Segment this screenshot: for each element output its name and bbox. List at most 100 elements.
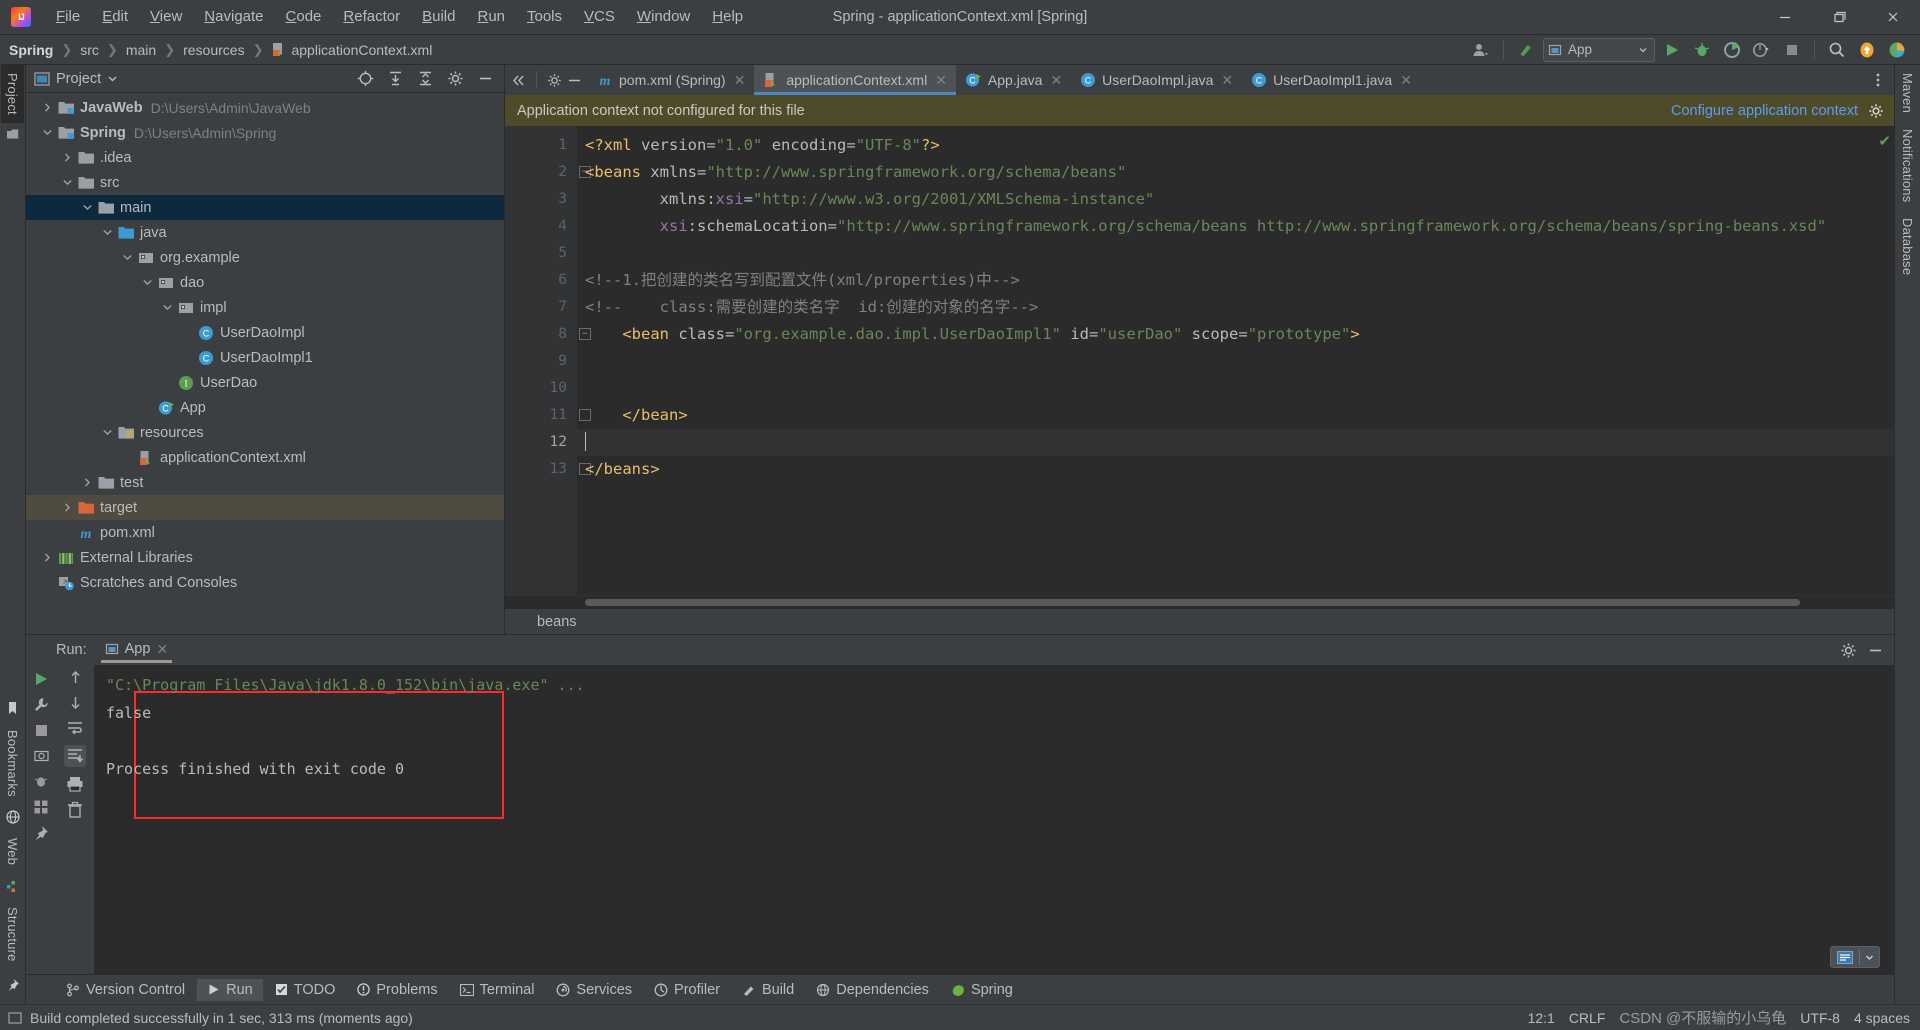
bookmarks-mini-icon[interactable] xyxy=(6,695,19,722)
gear-icon[interactable] xyxy=(442,67,468,91)
menu-item-help[interactable]: Help xyxy=(701,4,754,30)
bottom-tab-version-control[interactable]: Version Control xyxy=(56,979,195,1001)
tree-expand-arrow[interactable] xyxy=(58,502,76,513)
tree-expand-arrow[interactable] xyxy=(78,202,96,213)
tool-tab-web[interactable]: Web xyxy=(1,830,24,873)
pin-icon[interactable] xyxy=(6,970,20,1004)
grid-icon[interactable] xyxy=(33,799,49,815)
menu-item-build[interactable]: Build xyxy=(411,4,466,30)
maximize-button[interactable] xyxy=(1812,0,1866,35)
menu-item-code[interactable]: Code xyxy=(275,4,333,30)
bottom-tab-profiler[interactable]: Profiler xyxy=(644,979,730,1001)
gear-icon[interactable] xyxy=(547,73,562,88)
tool-tab-structure[interactable]: Structure xyxy=(1,899,24,970)
scroll-to-end-toggle[interactable] xyxy=(64,745,86,767)
hide-panel-icon[interactable] xyxy=(1867,642,1884,659)
close-icon[interactable]: ✕ xyxy=(734,72,746,89)
editor-tab-userdaoimpl-java[interactable]: C UserDaoImpl.java ✕ xyxy=(1071,65,1242,95)
tree-node-impl[interactable]: impl xyxy=(26,295,504,320)
camera-icon[interactable] xyxy=(33,748,49,763)
bottom-tool-window-bar[interactable]: Version Control Run TODO Problems Terminal Se… xyxy=(26,974,1894,1004)
breadcrumb-item-3[interactable]: resources xyxy=(183,42,244,58)
structure-mini-icon[interactable] xyxy=(6,123,20,145)
tree-node-dao[interactable]: dao xyxy=(26,270,504,295)
tree-expand-arrow[interactable] xyxy=(38,127,56,138)
code-editor[interactable]: 1 2 3 4 5 6 7 8 9 10 11 12 13− − <?xml version="1.0" … xyxy=(505,126,1894,595)
tree-node-javaweb[interactable]: JavaWeb D:\Users\Admin\JavaWeb xyxy=(26,95,504,120)
tree-node-scratches-and-consoles[interactable]: >_Scratches and Consoles xyxy=(26,570,504,595)
breadcrumb[interactable]: Spring ❯ src ❯ main ❯ resources ❯ applicationCon… xyxy=(9,42,432,58)
search-icon[interactable] xyxy=(1824,38,1850,62)
configure-app-context-link[interactable]: Configure application context xyxy=(1671,103,1858,119)
menu-item-edit[interactable]: Edit xyxy=(91,4,139,30)
tree-node-java[interactable]: java xyxy=(26,220,504,245)
run-tab-app[interactable]: App ✕ xyxy=(97,638,177,663)
bottom-tab-build[interactable]: Build xyxy=(732,979,804,1001)
close-icon[interactable]: ✕ xyxy=(935,72,947,89)
web-mini-icon[interactable] xyxy=(5,804,20,830)
bottom-tab-terminal[interactable]: Terminal xyxy=(450,979,545,1001)
menu-item-view[interactable]: View xyxy=(139,4,193,30)
tree-expand-arrow[interactable] xyxy=(98,427,116,438)
profiler-button[interactable] xyxy=(1749,38,1775,62)
tree-expand-arrow[interactable] xyxy=(118,252,136,263)
settings-wrench-icon[interactable] xyxy=(33,697,49,713)
select-opened-file-icon[interactable] xyxy=(352,67,378,91)
stop-icon[interactable] xyxy=(34,723,49,738)
breadcrumb-item-0[interactable]: Spring xyxy=(9,42,53,58)
close-button[interactable] xyxy=(1866,0,1920,35)
menu-item-run[interactable]: Run xyxy=(466,4,516,30)
reader-mode-icon[interactable] xyxy=(1831,950,1859,964)
print-icon[interactable] xyxy=(66,775,84,793)
editor-tabs[interactable]: m pom.xml (Spring) ✕ applicationContext.xml… xyxy=(588,65,1421,95)
tree-node-main[interactable]: main xyxy=(26,195,504,220)
hide-editor-icon[interactable] xyxy=(567,73,582,88)
menu-item-file[interactable]: File xyxy=(45,4,91,30)
expand-all-icon[interactable] xyxy=(382,67,408,91)
pin-icon[interactable] xyxy=(33,825,49,841)
editor-tab-userdaoimpl1-java[interactable]: C UserDaoImpl1.java ✕ xyxy=(1242,65,1421,95)
tree-expand-arrow[interactable] xyxy=(58,177,76,188)
run-button[interactable] xyxy=(1659,38,1685,62)
rerun-icon[interactable] xyxy=(33,671,49,687)
hide-panel-icon[interactable] xyxy=(472,67,498,91)
run-with-coverage-button[interactable] xyxy=(1719,38,1745,62)
tree-node-spring[interactable]: Spring D:\Users\Admin\Spring xyxy=(26,120,504,145)
gear-icon[interactable] xyxy=(1868,103,1884,119)
tree-node-test[interactable]: test xyxy=(26,470,504,495)
collapse-editor-icon[interactable] xyxy=(511,73,526,88)
tool-tab-bookmarks[interactable]: Bookmarks xyxy=(1,722,24,805)
updates-icon[interactable] xyxy=(1854,38,1880,62)
chevron-down-icon[interactable] xyxy=(107,73,118,84)
encoding[interactable]: UTF-8 xyxy=(1800,1010,1840,1026)
breadcrumb-item-1[interactable]: src xyxy=(80,42,99,58)
breadcrumb-item-2[interactable]: main xyxy=(126,42,156,58)
menu-item-vcs[interactable]: VCS xyxy=(573,4,626,30)
run-configuration-selector[interactable]: App xyxy=(1543,37,1655,62)
close-icon[interactable]: ✕ xyxy=(156,641,168,658)
main-menu[interactable]: File Edit View Navigate Code Refactor Build Run… xyxy=(45,0,754,34)
bottom-tab-problems[interactable]: Problems xyxy=(347,979,447,1001)
bottom-tab-run[interactable]: Run xyxy=(197,978,263,1001)
code-content[interactable]: <?xml version="1.0" encoding="UTF-8"?> <b… xyxy=(577,126,1894,595)
close-icon[interactable]: ✕ xyxy=(1050,72,1062,89)
menu-item-navigate[interactable]: Navigate xyxy=(193,4,274,30)
editor-tab-pom-xml--spring-[interactable]: m pom.xml (Spring) ✕ xyxy=(588,65,754,95)
tool-tab-database[interactable]: Database xyxy=(1896,210,1919,283)
console-output[interactable]: "C:\Program Files\Java\jdk1.8.0_152\bin\… xyxy=(94,665,1894,974)
indent-setting[interactable]: 4 spaces xyxy=(1854,1010,1910,1026)
editor-tab-app-java[interactable]: C App.java ✕ xyxy=(956,65,1071,95)
scrollbar-thumb[interactable] xyxy=(585,599,1800,606)
tree-node-userdao[interactable]: I UserDao xyxy=(26,370,504,395)
tree-node-applicationcontext-xml[interactable]: applicationContext.xml xyxy=(26,445,504,470)
menu-item-tools[interactable]: Tools xyxy=(516,4,573,30)
breadcrumb-item-4[interactable]: applicationContext.xml xyxy=(271,42,432,58)
tree-node-target[interactable]: target xyxy=(26,495,504,520)
tree-node-src[interactable]: src xyxy=(26,170,504,195)
close-icon[interactable]: ✕ xyxy=(1400,72,1412,89)
bottom-tab-services[interactable]: Services xyxy=(546,979,642,1001)
tree-expand-arrow[interactable] xyxy=(158,302,176,313)
tree-node-userdaoimpl[interactable]: C UserDaoImpl xyxy=(26,320,504,345)
bottom-tab-dependencies[interactable]: Dependencies xyxy=(806,979,939,1001)
tree-expand-arrow[interactable] xyxy=(138,277,156,288)
